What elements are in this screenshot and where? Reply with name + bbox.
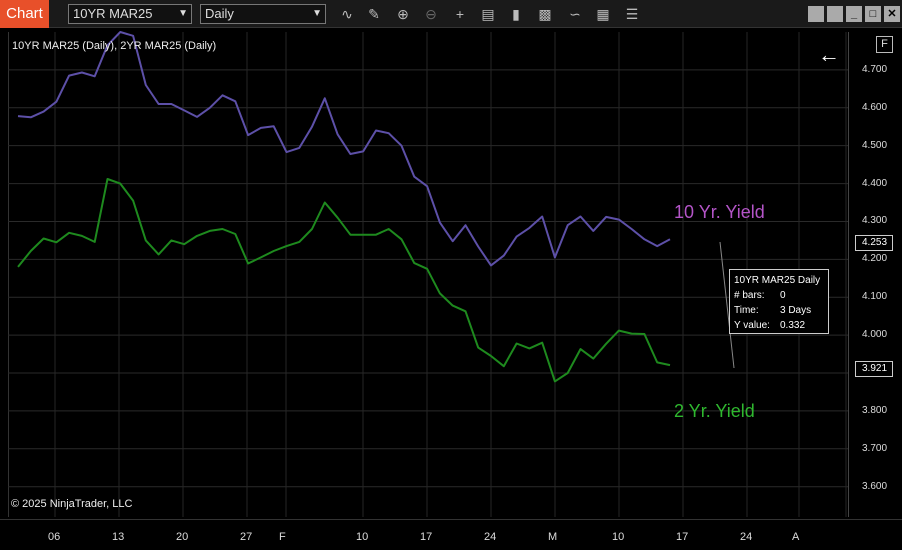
price-marker-10yr: 4.253 — [855, 235, 894, 251]
y-tick-label: 3.700 — [862, 442, 888, 454]
y-tick-label: 4.400 — [862, 177, 888, 189]
tooltip-title: 10YR MAR25 Daily — [734, 275, 821, 286]
series-line-10yr — [17, 31, 671, 267]
tooltip-time-value: 3 Days — [780, 305, 812, 316]
copyright-text: © 2025 NinjaTrader, LLC — [11, 498, 133, 510]
x-tick-label: A — [792, 531, 800, 543]
tooltip-yvalue-label: Y value: — [734, 320, 770, 331]
x-tick-label: F — [279, 531, 286, 543]
x-tick-label: M — [548, 531, 558, 543]
back-arrow-icon[interactable]: ← — [818, 42, 840, 68]
y-tick-label: 4.600 — [862, 101, 888, 113]
y-tick-label: 3.600 — [862, 480, 888, 492]
y-tick-label: 4.000 — [862, 329, 888, 341]
label-10yr-yield: 10 Yr. Yield — [674, 202, 765, 222]
x-tick-label: 17 — [676, 531, 689, 543]
tooltip-time-label: Time: — [734, 305, 759, 316]
data-tooltip: 10YR MAR25 Daily # bars: 0 Time: 3 Days Y … — [729, 269, 829, 334]
grid-lines — [8, 32, 848, 517]
y-tick-label: 4.200 — [862, 253, 888, 265]
x-tick-label: 13 — [112, 531, 125, 543]
y-tick-label: 3.800 — [862, 404, 888, 416]
y-tick-label: 4.700 — [862, 63, 888, 75]
y-tick-label: 4.300 — [862, 215, 888, 227]
y-tick-label: 4.500 — [862, 139, 888, 151]
series-line-2yr — [17, 178, 671, 383]
tooltip-yvalue-value: 0.332 — [780, 320, 806, 331]
x-tick-label: 24 — [484, 531, 497, 543]
tooltip-bars-label: # bars: — [734, 290, 765, 301]
chart-title: 10YR MAR25 (Daily), 2YR MAR25 (Daily) — [12, 40, 217, 52]
label-2yr-yield: 2 Yr. Yield — [674, 401, 755, 421]
x-tick-label: 10 — [356, 531, 369, 543]
x-tick-label: 27 — [240, 531, 253, 543]
tooltip-bars-value: 0 — [780, 290, 786, 301]
x-tick-label: 24 — [740, 531, 753, 543]
x-tick-label: 20 — [176, 531, 189, 543]
y-tick-label: 4.100 — [862, 291, 888, 303]
f-button[interactable]: F — [876, 36, 893, 53]
x-tick-label: 10 — [612, 531, 625, 543]
price-marker-2yr: 3.921 — [855, 361, 894, 377]
series-lines — [17, 31, 671, 383]
x-tick-label: 06 — [48, 531, 61, 543]
x-tick-label: 17 — [420, 531, 433, 543]
